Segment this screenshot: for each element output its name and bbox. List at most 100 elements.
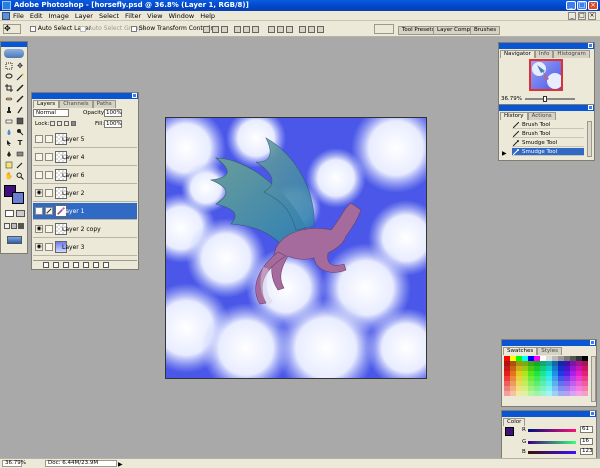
color-title-bar[interactable] [502,411,596,417]
navigator-zoom-value[interactable]: 36.79% [501,96,522,102]
status-doc-size[interactable]: Doc: 6.44M/23.9M [45,460,117,467]
eye-icon[interactable]: ◉ [35,189,43,197]
blur-tool-icon[interactable] [4,127,14,137]
history-title-bar[interactable] [499,105,594,111]
menu-edit[interactable]: Edit [30,12,43,20]
lasso-tool-icon[interactable] [4,72,14,82]
tab-channels[interactable]: Channels [59,100,93,108]
layer-row[interactable]: Layer 4 [33,149,137,166]
b-value-input[interactable]: 123 [580,448,593,455]
r-value-input[interactable]: 61 [580,426,593,433]
path-selection-icon[interactable] [4,138,14,148]
active-brush-icon[interactable] [45,207,53,215]
eye-icon[interactable]: ◉ [35,225,43,233]
palette-close-icon[interactable] [590,340,595,345]
close-button[interactable]: × [588,1,598,10]
link-column[interactable] [45,153,53,161]
menu-select[interactable]: Select [99,12,119,20]
screen-mode-standard-icon[interactable] [4,223,10,229]
brush-tool-icon[interactable] [15,94,25,104]
align-bottom-icon[interactable] [221,26,228,33]
new-layer-icon[interactable] [93,261,99,268]
background-color-swatch[interactable] [12,192,24,204]
layer-row[interactable]: ◉ Layer 2 [33,185,137,202]
shape-tool-icon[interactable] [15,149,25,159]
palette-close-icon[interactable] [132,93,137,98]
menu-filter[interactable]: Filter [125,12,141,20]
navigator-zoom-thumb[interactable] [543,96,547,102]
distribute-left-icon[interactable] [299,26,306,33]
maximize-button[interactable]: □ [577,1,587,10]
layer-row-selected[interactable]: ◉ Layer 1 [33,203,137,220]
b-slider[interactable] [528,451,576,454]
adjustment-layer-icon[interactable] [73,261,79,268]
link-layers-icon[interactable] [43,261,49,268]
palette-close-icon[interactable] [588,105,593,110]
show-transform-controls-checkbox[interactable] [131,25,137,32]
history-state-pointer-icon[interactable]: ▶ [502,150,507,157]
layer-mask-icon[interactable] [63,261,69,268]
link-column[interactable] [45,135,53,143]
auto-select-layer-checkbox[interactable] [30,25,36,32]
tab-styles[interactable]: Styles [537,347,562,355]
palette-close-icon[interactable] [590,411,595,416]
document-canvas[interactable] [165,117,427,379]
r-slider[interactable] [528,429,576,432]
swatches-title-bar[interactable] [502,340,596,346]
blend-mode-select[interactable]: Normal [33,109,69,117]
g-value-input[interactable]: 16 [580,438,593,445]
distribute-vcenter-icon[interactable] [277,26,284,33]
link-column[interactable] [45,189,53,197]
gradient-tool-icon[interactable] [15,116,25,126]
history-item-selected[interactable]: Smudge Tool [512,148,584,156]
g-slider[interactable] [528,441,576,444]
history-item[interactable]: Brush Tool [512,130,584,138]
tab-actions[interactable]: Actions [527,112,556,120]
align-left-icon[interactable] [234,26,241,33]
color-swatch[interactable] [582,391,588,396]
eyedropper-tool-icon[interactable] [15,160,25,170]
tab-color[interactable]: Color [503,418,526,426]
lock-all-icon[interactable] [71,121,76,126]
tab-layers[interactable]: Layers [33,100,60,108]
lock-transparency-icon[interactable] [50,121,55,126]
eye-icon[interactable]: ◉ [35,207,43,215]
menu-help[interactable]: Help [200,12,215,20]
align-right-icon[interactable] [252,26,259,33]
menu-window[interactable]: Window [169,12,195,20]
zoom-tool-icon[interactable] [15,171,25,181]
navigator-preview[interactable] [529,59,563,91]
notes-tool-icon[interactable] [4,160,14,170]
healing-brush-icon[interactable] [4,94,14,104]
magic-wand-icon[interactable] [15,72,25,82]
tab-histogram[interactable]: Histogram [553,50,590,58]
menu-view[interactable]: View [147,12,162,20]
layer-style-icon[interactable] [53,261,59,268]
layer-row[interactable]: ◉ Layer 3 [33,239,137,256]
layers-palette-title-bar[interactable] [32,93,138,99]
tab-paths[interactable]: Paths [92,100,116,108]
tab-info[interactable]: Info [534,50,554,58]
minimize-button[interactable]: _ [566,1,576,10]
status-zoom[interactable]: 36.79% [2,460,26,467]
delete-layer-icon[interactable] [103,261,109,268]
menu-layer[interactable]: Layer [75,12,93,20]
palette-well-toggle[interactable] [374,24,394,34]
distribute-top-icon[interactable] [268,26,275,33]
link-column[interactable] [45,243,53,251]
document-icon[interactable] [2,12,10,20]
palette-close-icon[interactable] [588,43,593,48]
tab-brushes[interactable]: Brushes [470,26,501,35]
navigator-title-bar[interactable] [499,43,594,49]
fill-input[interactable]: 100% [104,120,122,128]
slice-tool-icon[interactable] [15,83,25,93]
swatches-scrollbar[interactable] [591,356,596,402]
navigator-zoom-slider[interactable] [525,98,575,100]
layer-row[interactable]: Layer 5 [33,131,137,148]
tab-swatches[interactable]: Swatches [503,347,538,355]
layer-row[interactable]: Layer 6 [33,167,137,184]
doc-restore-button[interactable]: □ [578,12,586,20]
screen-mode-menubar-icon[interactable] [11,223,17,229]
eye-icon[interactable]: ◉ [35,243,43,251]
link-column[interactable] [45,171,53,179]
